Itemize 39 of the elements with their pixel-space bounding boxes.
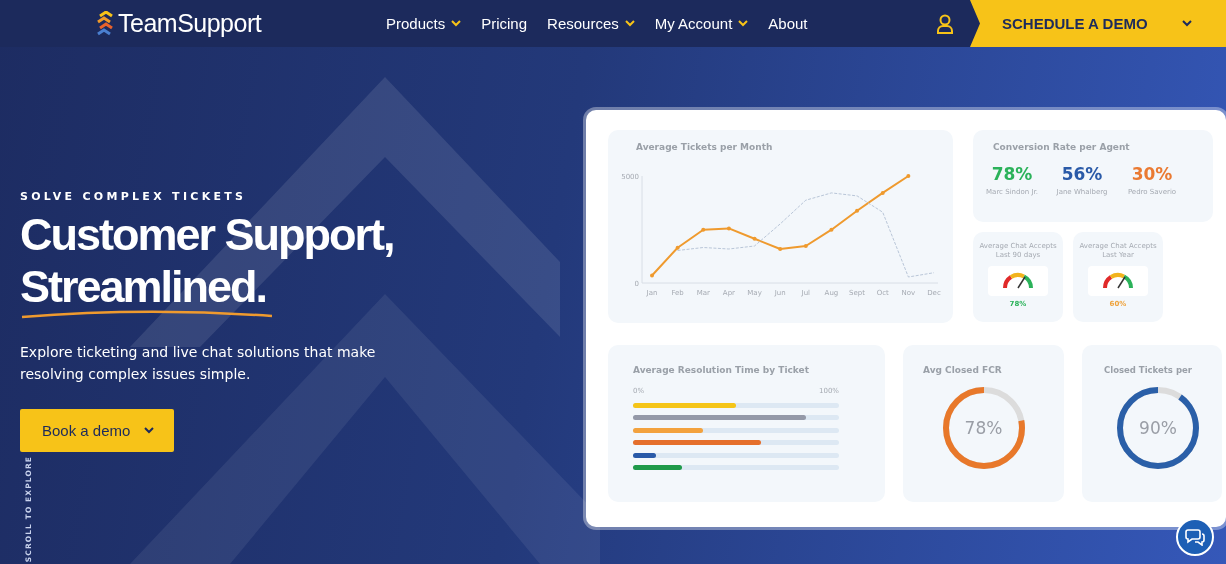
data-point [650,273,654,278]
nav-link[interactable]: Products [386,15,462,32]
hero-heading: Streamlined. [20,261,268,313]
book-demo-button[interactable]: Book a demo [20,409,174,452]
eyebrow-text: SOLVE COMPLEX TICKETS [20,190,248,203]
data-point [855,208,860,213]
nav-link[interactable]: My Account [654,15,749,32]
data-point [880,190,885,195]
chat-button[interactable] [1176,518,1214,556]
caret-icon [1182,20,1192,27]
agent-rate: 56% [1061,164,1103,184]
logo-icon [96,10,114,37]
card-title: Conversion Rate per Agent [993,142,1131,152]
donut-value: 78% [964,417,1003,440]
nav-link[interactable]: Pricing [481,15,528,32]
data-point [675,245,680,250]
agent-rate: 78% [991,164,1033,184]
data-point [906,174,911,178]
nav-link[interactable]: Resources [547,15,635,32]
data-point [726,226,731,231]
hero-description: Explore ticketing and live chat solutions that make resolving complex issues simple. [20,343,377,384]
data-point [778,246,783,251]
card-title: Average Resolution Time by Ticket [633,365,810,375]
schedule-demo-button[interactable]: SCHEDULE A DEMO [970,0,1226,47]
card-title: Average Tickets per Month [636,142,774,152]
nav-link[interactable]: About [768,15,808,32]
agent-rate: 30% [1131,164,1173,184]
logo-text: TeamSupport [118,9,262,38]
user-icon[interactable] [936,13,954,34]
card-title: Avg Closed FCR [923,365,1003,375]
data-point [803,244,808,248]
data-point [752,236,757,241]
donut-value: 90% [1139,417,1177,440]
caret-icon [144,427,154,434]
data-point [701,227,706,232]
chat-icon [1185,528,1205,546]
data-point [829,227,834,232]
card-title: Closed Tickets per [1104,365,1193,375]
hero-heading: Customer Support, [20,209,395,261]
